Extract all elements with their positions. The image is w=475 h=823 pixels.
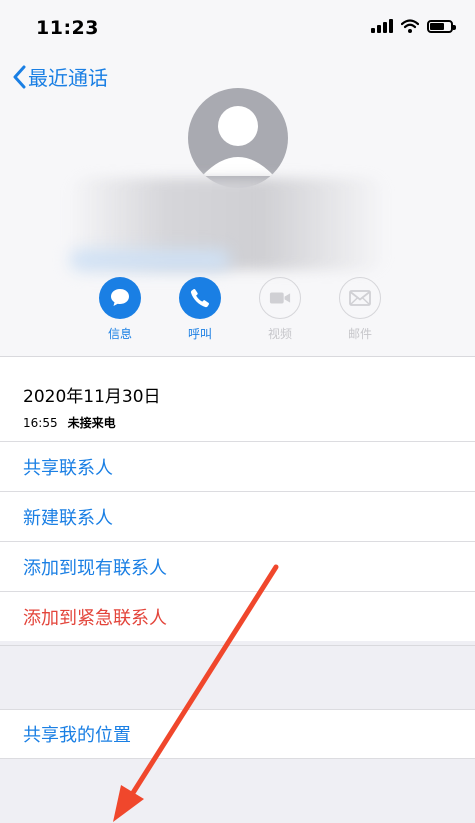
contact-subtitle-blurred	[70, 250, 230, 270]
status-bar: 11:23	[0, 0, 475, 56]
call-info: 2020年11月30日 16:55 未接来电	[0, 357, 475, 441]
call-time: 16:55	[23, 416, 58, 430]
signal-icon	[371, 19, 393, 33]
wifi-icon	[401, 19, 419, 33]
call-label: 呼叫	[187, 327, 212, 341]
call-row: 16:55 未接来电	[23, 414, 116, 431]
divider	[0, 645, 475, 646]
contact-menu: 共享联系人 新建联系人 添加到现有联系人 添加到紧急联系人	[0, 441, 475, 641]
back-button[interactable]: 最近通话	[12, 62, 108, 91]
message-label: 信息	[107, 327, 132, 341]
add-to-emergency-contact-item[interactable]: 添加到紧急联系人	[0, 591, 475, 641]
chevron-left-icon	[13, 65, 26, 88]
status-time: 11:23	[36, 17, 99, 39]
mail-label: 邮件	[347, 327, 372, 341]
message-button[interactable]: 信息	[80, 277, 160, 342]
message-icon	[111, 289, 129, 306]
call-date: 2020年11月30日	[23, 387, 161, 407]
video-icon	[269, 292, 291, 304]
contact-avatar	[188, 88, 288, 188]
person-icon	[202, 106, 274, 176]
video-label: 视频	[267, 327, 292, 341]
new-contact-item[interactable]: 新建联系人	[0, 491, 475, 541]
mail-icon	[349, 290, 371, 306]
battery-icon	[427, 19, 456, 33]
mail-button[interactable]: 邮件	[320, 277, 400, 342]
call-status: 未接来电	[67, 416, 116, 430]
add-to-existing-contact-item[interactable]: 添加到现有联系人	[0, 541, 475, 591]
action-buttons: 信息 呼叫 视频 邮件	[80, 277, 400, 342]
video-button[interactable]: 视频	[240, 277, 320, 342]
phone-icon	[190, 288, 210, 308]
call-button[interactable]: 呼叫	[160, 277, 240, 342]
share-contact-item[interactable]: 共享联系人	[0, 441, 475, 491]
share-location-item[interactable]: 共享我的位置	[0, 709, 475, 759]
back-label: 最近通话	[28, 66, 108, 90]
